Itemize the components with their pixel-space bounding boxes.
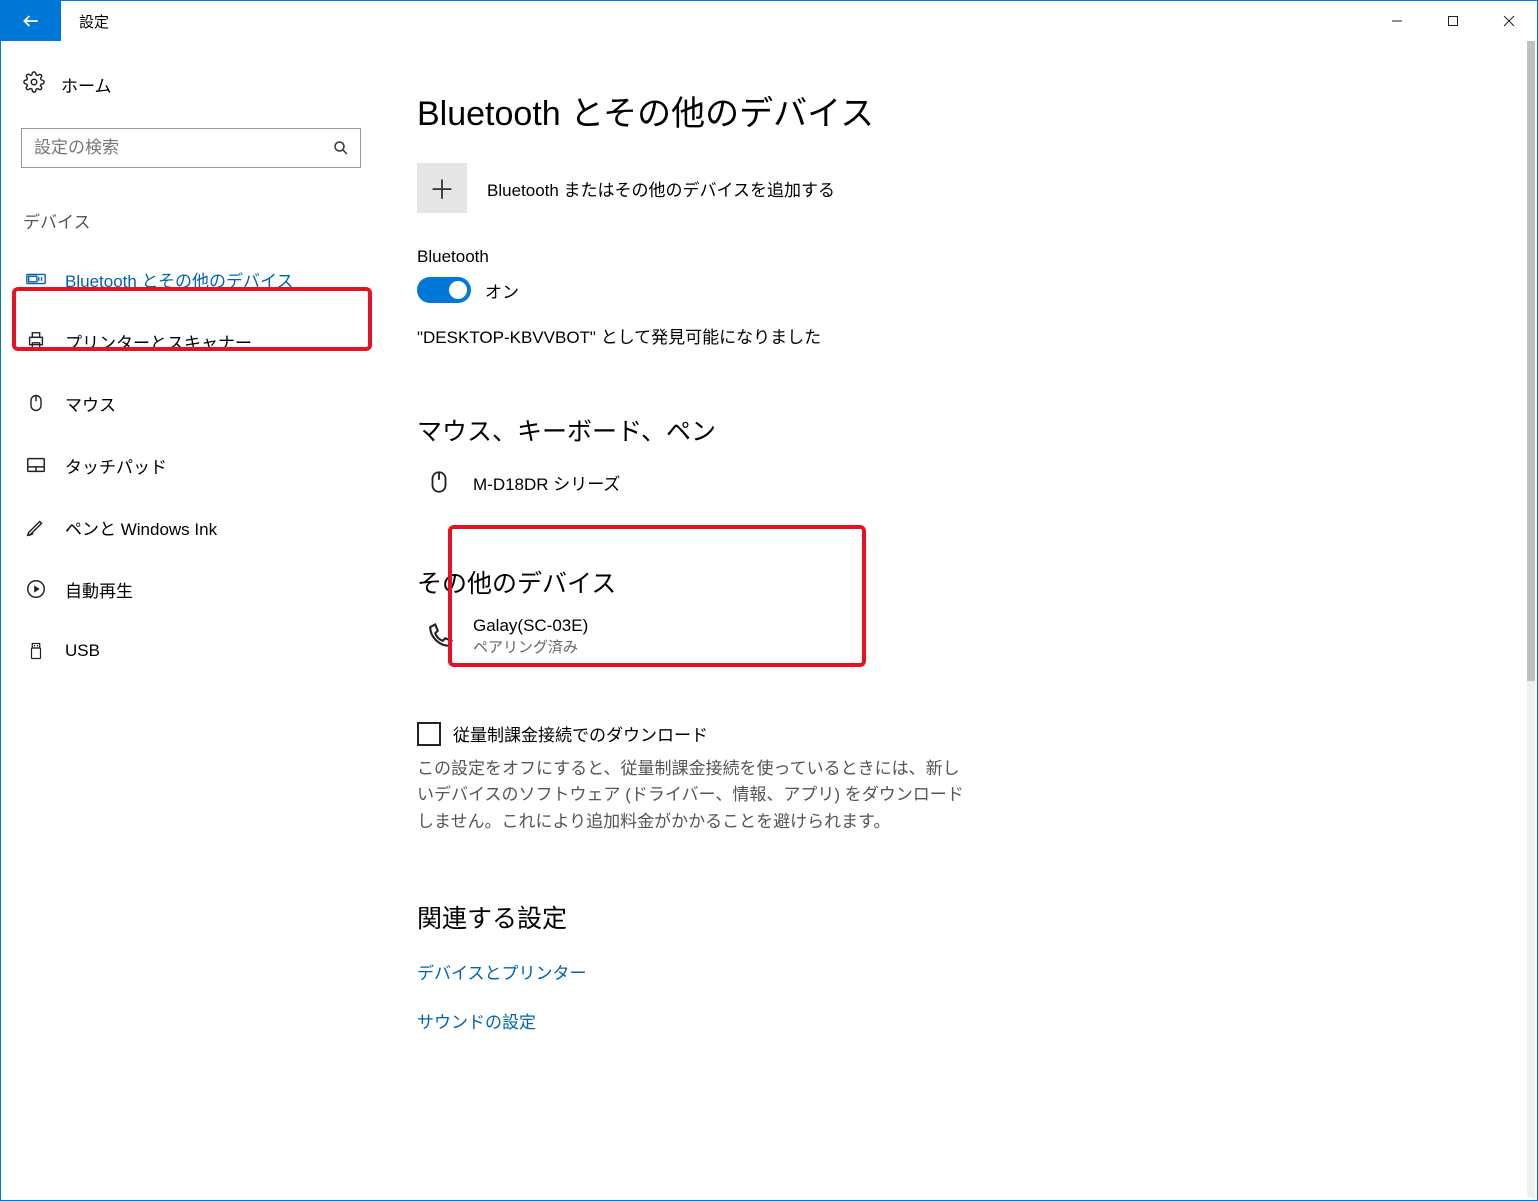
sidebar-item-touchpad[interactable]: タッチパッド xyxy=(21,437,361,493)
device-item-mouse[interactable]: M-D18DR シリーズ xyxy=(417,458,1477,506)
link-devices-printers[interactable]: デバイスとプリンター xyxy=(417,959,1477,984)
other-devices-title: その他のデバイス xyxy=(417,564,1477,600)
metered-checkbox[interactable] xyxy=(417,722,441,746)
search-icon xyxy=(332,139,350,157)
bluetooth-title: Bluetooth xyxy=(417,247,1477,267)
add-device-label: Bluetooth またはその他のデバイスを追加する xyxy=(487,176,835,201)
home-label: ホーム xyxy=(61,72,112,97)
search-input-wrapper[interactable] xyxy=(21,128,361,168)
sidebar-item-mouse[interactable]: マウス xyxy=(21,375,361,431)
nav-label: ペンと Windows Ink xyxy=(65,515,217,540)
nav-label: 自動再生 xyxy=(65,577,133,602)
main-content: Bluetooth とその他のデバイス ＋ Bluetooth またはその他のデ… xyxy=(381,41,1537,1200)
scrollbar[interactable] xyxy=(1527,41,1535,1198)
bluetooth-state: オン xyxy=(485,278,519,303)
pen-icon xyxy=(25,516,47,538)
sidebar-item-pen[interactable]: ペンと Windows Ink xyxy=(21,499,361,555)
maximize-button[interactable] xyxy=(1425,1,1481,41)
bluetooth-device-icon xyxy=(25,268,47,290)
nav-label: USB xyxy=(65,641,100,661)
minimize-button[interactable] xyxy=(1369,1,1425,41)
nav-label: プリンターとスキャナー xyxy=(65,329,252,354)
metered-label: 従量制課金接続でのダウンロード xyxy=(453,721,708,746)
scrollbar-thumb[interactable] xyxy=(1527,41,1535,681)
plus-icon: ＋ xyxy=(417,163,467,213)
close-button[interactable] xyxy=(1481,1,1537,41)
page-title: Bluetooth とその他のデバイス xyxy=(417,86,1477,135)
nav-label: Bluetooth とその他のデバイス xyxy=(65,267,294,292)
back-button[interactable] xyxy=(1,1,61,41)
bluetooth-toggle[interactable] xyxy=(417,277,471,303)
app-title: 設定 xyxy=(79,11,109,32)
metered-description: この設定をオフにすると、従量制課金接続を使っているときには、新しいデバイスのソフ… xyxy=(417,756,972,835)
discoverable-text: "DESKTOP-KBVVBOT" として発見可能になりました xyxy=(417,323,1477,348)
input-devices-title: マウス、キーボード、ペン xyxy=(417,412,1477,448)
sidebar: ホーム デバイス Bluetooth とその他のデバイス プリンターとスキャナー xyxy=(1,41,381,1200)
device-name: M-D18DR シリーズ xyxy=(473,470,620,495)
sidebar-item-printers[interactable]: プリンターとスキャナー xyxy=(21,313,361,369)
search-input[interactable] xyxy=(34,138,332,158)
phone-icon xyxy=(421,619,457,655)
printer-icon xyxy=(25,330,47,352)
device-name: Galay(SC-03E) xyxy=(473,616,588,636)
sidebar-section-label: デバイス xyxy=(21,208,361,233)
usb-icon xyxy=(25,640,47,662)
titlebar: 設定 xyxy=(1,1,1537,41)
gear-icon xyxy=(23,71,45,98)
home-link[interactable]: ホーム xyxy=(21,71,361,98)
mouse-icon xyxy=(421,464,457,500)
sidebar-item-autoplay[interactable]: 自動再生 xyxy=(21,561,361,617)
nav-label: マウス xyxy=(65,391,116,416)
add-device-button[interactable]: ＋ Bluetooth またはその他のデバイスを追加する xyxy=(417,163,1477,213)
mouse-icon xyxy=(25,392,47,414)
autoplay-icon xyxy=(25,578,47,600)
device-item-phone[interactable]: Galay(SC-03E) ペアリング済み xyxy=(417,610,1477,663)
nav-label: タッチパッド xyxy=(65,453,167,478)
related-title: 関連する設定 xyxy=(417,899,1477,935)
sidebar-item-bluetooth[interactable]: Bluetooth とその他のデバイス xyxy=(21,251,361,307)
sidebar-item-usb[interactable]: USB xyxy=(21,623,361,679)
device-status: ペアリング済み xyxy=(473,636,588,657)
touchpad-icon xyxy=(25,454,47,476)
link-sound-settings[interactable]: サウンドの設定 xyxy=(417,1008,1477,1033)
